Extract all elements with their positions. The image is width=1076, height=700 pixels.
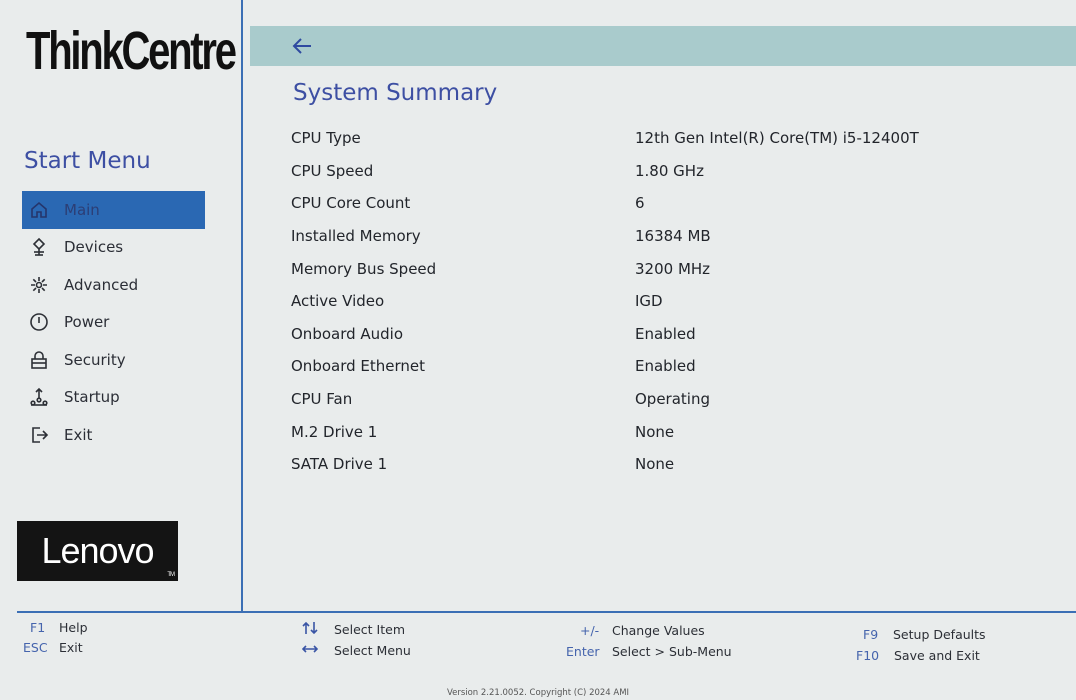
- table-row: Onboard Audio Enabled: [291, 318, 1031, 351]
- exit-hint: ESC Exit: [23, 640, 83, 655]
- row-label: CPU Fan: [291, 390, 353, 409]
- enter-hint: Enter Select > Sub-Menu: [566, 644, 732, 659]
- lenovo-logo-tm: TM: [167, 572, 175, 578]
- sidebar-nav: Main Devices Advanced Power Security Sta…: [22, 191, 205, 454]
- f10-key: F10: [856, 648, 880, 663]
- sidebar-item-label: Advanced: [64, 275, 139, 294]
- plus-minus-key: +/-: [580, 623, 600, 638]
- lenovo-logo: Lenovo TM: [17, 521, 178, 581]
- sidebar-item-label: Power: [64, 313, 110, 332]
- table-row: Installed Memory 16384 MB: [291, 220, 1031, 253]
- start-menu-title: Start Menu: [24, 148, 151, 174]
- row-label: CPU Core Count: [291, 194, 411, 213]
- table-row: CPU Speed 1.80 GHz: [291, 155, 1031, 188]
- row-label: Onboard Ethernet: [291, 357, 426, 376]
- sidebar-item-devices[interactable]: Devices: [22, 229, 205, 267]
- lock-icon: [28, 349, 50, 371]
- summary-table: CPU Type 12th Gen Intel(R) Core(TM) i5-1…: [291, 122, 1031, 481]
- row-value: Enabled: [635, 324, 696, 343]
- row-label: Active Video: [291, 292, 385, 311]
- sidebar: ThinkCentre Start Menu Main Devices Adva…: [0, 0, 243, 612]
- table-row: CPU Core Count 6: [291, 187, 1031, 220]
- row-label: CPU Type: [291, 129, 361, 148]
- f9-key: F9: [863, 627, 879, 642]
- lenovo-logo-text: Lenovo: [41, 530, 154, 571]
- exit-icon: [28, 424, 50, 446]
- help-hint: F1 Help: [30, 620, 88, 635]
- sidebar-item-label: Exit: [64, 425, 93, 444]
- sidebar-item-exit[interactable]: Exit: [22, 416, 205, 454]
- setup-defaults-hint: F9 Setup Defaults: [863, 627, 986, 642]
- help-label: Help: [59, 620, 88, 635]
- home-icon: [28, 199, 50, 221]
- sidebar-item-security[interactable]: Security: [22, 341, 205, 379]
- devices-icon: [28, 236, 50, 258]
- footer-help: F1 Help ESC Exit Select Item Select Menu…: [0, 617, 1076, 677]
- row-value: None: [635, 455, 675, 474]
- sidebar-item-label: Devices: [64, 238, 124, 257]
- row-value: 16384 MB: [635, 227, 711, 246]
- exit-label: Exit: [59, 640, 83, 655]
- row-label: Onboard Audio: [291, 324, 404, 343]
- table-row: M.2 Drive 1 None: [291, 415, 1031, 448]
- row-label: CPU Speed: [291, 161, 374, 180]
- row-value: Operating: [635, 390, 710, 409]
- top-bar: [250, 26, 1076, 66]
- sidebar-item-power[interactable]: Power: [22, 304, 205, 342]
- select-item-label: Select Item: [334, 622, 405, 637]
- row-value: 3200 MHz: [635, 259, 711, 278]
- row-label: Installed Memory: [291, 227, 421, 246]
- row-label: SATA Drive 1: [291, 455, 388, 474]
- select-item-hint: Select Item: [302, 621, 405, 638]
- row-value: IGD: [635, 292, 663, 311]
- table-row: CPU Type 12th Gen Intel(R) Core(TM) i5-1…: [291, 122, 1031, 155]
- up-down-arrows-icon: [302, 621, 334, 638]
- version-info: Version 2.21.0052. Copyright (C) 2024 AM…: [446, 688, 630, 698]
- change-values-hint: +/- Change Values: [580, 623, 705, 638]
- table-row: Onboard Ethernet Enabled: [291, 350, 1031, 383]
- sidebar-item-label: Startup: [64, 388, 120, 407]
- thinkcentre-brand: ThinkCentre: [26, 21, 237, 81]
- row-value: None: [635, 422, 675, 441]
- change-values-label: Change Values: [612, 623, 705, 638]
- row-value: 12th Gen Intel(R) Core(TM) i5-12400T: [635, 129, 919, 148]
- row-value: 6: [635, 194, 645, 213]
- sidebar-item-label: Main: [64, 200, 100, 219]
- advanced-icon: [28, 274, 50, 296]
- sidebar-item-label: Security: [64, 350, 126, 369]
- esc-key: ESC: [23, 640, 48, 655]
- select-menu-hint: Select Menu: [301, 642, 411, 659]
- table-row: Memory Bus Speed 3200 MHz: [291, 252, 1031, 285]
- left-right-arrows-icon: [301, 642, 334, 659]
- f1-key: F1: [30, 620, 46, 635]
- power-icon: [28, 311, 50, 333]
- row-value: Enabled: [635, 357, 696, 376]
- row-label: M.2 Drive 1: [291, 422, 378, 441]
- setup-defaults-label: Setup Defaults: [893, 627, 986, 642]
- table-row: SATA Drive 1 None: [291, 448, 1031, 481]
- row-value: 1.80 GHz: [635, 161, 704, 180]
- row-label: Memory Bus Speed: [291, 259, 437, 278]
- back-arrow-icon[interactable]: [290, 34, 314, 58]
- table-row: CPU Fan Operating: [291, 383, 1031, 416]
- page-title: System Summary: [293, 80, 498, 106]
- enter-key: Enter: [566, 644, 600, 659]
- save-exit-hint: F10 Save and Exit: [856, 648, 980, 663]
- sidebar-item-startup[interactable]: Startup: [22, 379, 205, 417]
- sidebar-item-main[interactable]: Main: [22, 191, 205, 229]
- enter-label: Select > Sub-Menu: [612, 644, 732, 659]
- sidebar-item-advanced[interactable]: Advanced: [22, 266, 205, 304]
- footer-divider: [17, 611, 1076, 613]
- startup-icon: [28, 386, 50, 408]
- save-exit-label: Save and Exit: [894, 648, 980, 663]
- table-row: Active Video IGD: [291, 285, 1031, 318]
- select-menu-label: Select Menu: [334, 643, 411, 658]
